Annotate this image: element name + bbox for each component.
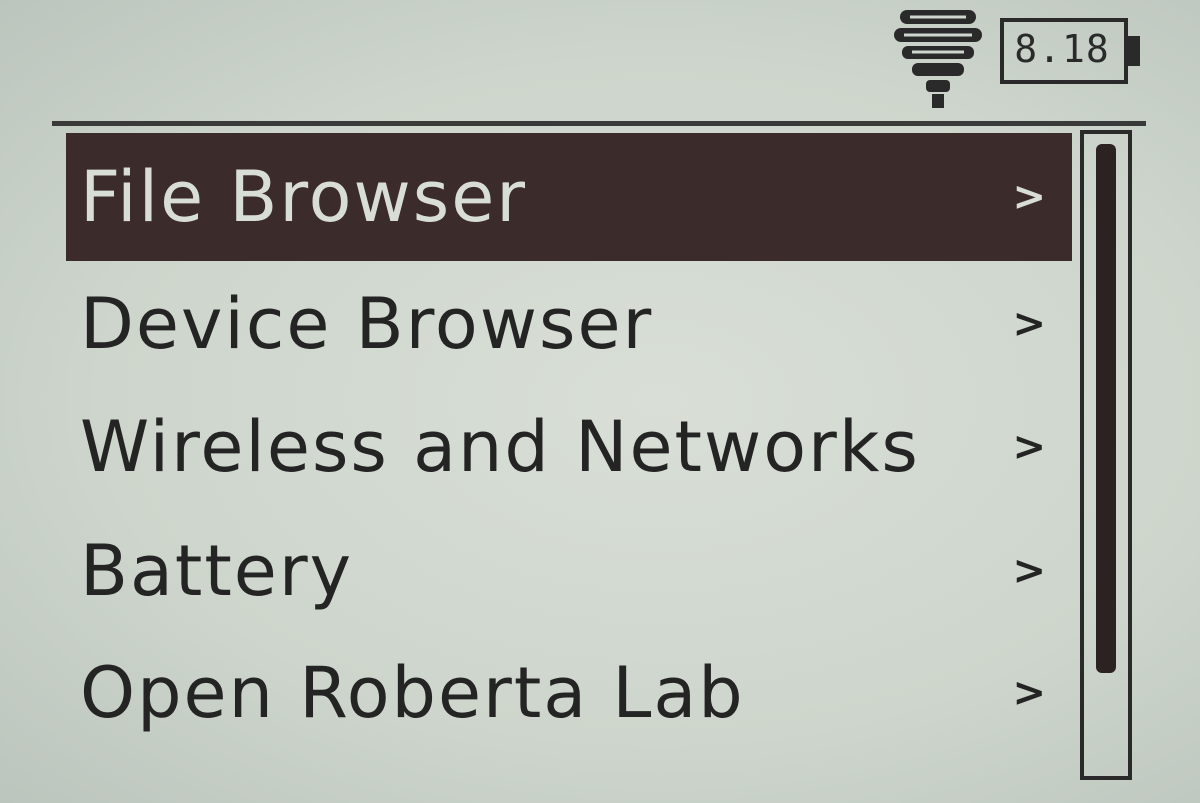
chevron-right-icon: > (1012, 424, 1046, 470)
menu-scrollbar[interactable] (1080, 130, 1132, 780)
menu-item-open-roberta-lab[interactable]: Open Roberta Lab > (66, 629, 1072, 757)
menu-item-label: Open Roberta Lab (80, 652, 745, 734)
battery-tip (1128, 36, 1140, 66)
menu-item-device-browser[interactable]: Device Browser > (66, 260, 1072, 388)
header-divider (52, 121, 1146, 126)
menu-item-label: Device Browser (80, 283, 654, 365)
ev3-screen: 8.18 File Browser > Device Browser > Wir… (0, 0, 1200, 803)
chevron-right-icon: > (1012, 301, 1046, 347)
menu-item-label: Wireless and Networks (80, 406, 920, 488)
menu-item-label: Battery (80, 530, 354, 612)
battery-voltage: 8.18 (1014, 27, 1110, 71)
main-menu: File Browser > Device Browser > Wireless… (66, 133, 1072, 783)
menu-item-battery[interactable]: Battery > (66, 507, 1072, 635)
chevron-right-icon: > (1012, 670, 1046, 716)
chevron-right-icon: > (1012, 548, 1046, 594)
menu-item-wireless-and-networks[interactable]: Wireless and Networks > (66, 383, 1072, 511)
menu-item-file-browser[interactable]: File Browser > (66, 133, 1072, 261)
chevron-right-icon: > (1012, 174, 1046, 220)
wifi-icon (894, 10, 982, 108)
status-bar: 8.18 (0, 0, 1200, 120)
scroll-thumb[interactable] (1096, 144, 1116, 673)
menu-item-label: File Browser (80, 156, 528, 238)
battery-icon: 8.18 (1000, 18, 1150, 88)
